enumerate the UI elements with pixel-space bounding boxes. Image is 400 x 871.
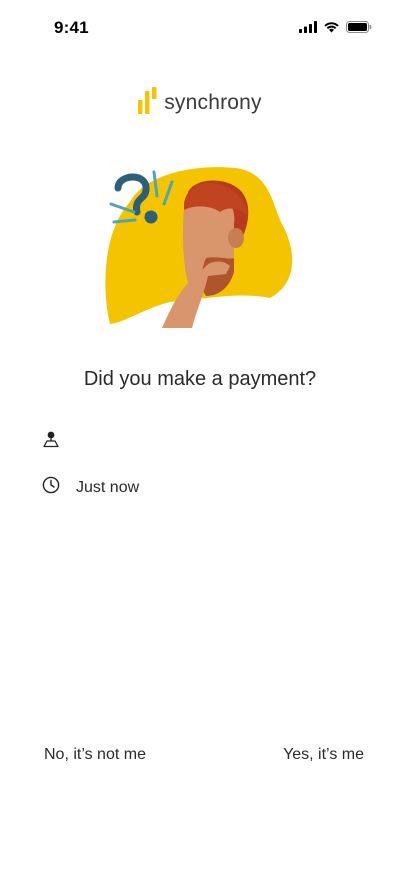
brand-name: synchrony [164, 90, 262, 114]
wifi-icon [323, 20, 340, 38]
battery-icon [346, 20, 372, 38]
status-bar: 9:41 [0, 0, 400, 60]
synchrony-logo-icon [138, 86, 158, 119]
cellular-signal-icon [299, 20, 317, 38]
yes-its-me-button[interactable]: Yes, it’s me [283, 746, 364, 764]
time-row: Just now [42, 476, 139, 499]
clock-icon [42, 476, 60, 499]
not-me-button[interactable]: No, it’s not me [44, 746, 146, 764]
status-icons [299, 20, 372, 38]
payment-question-heading: Did you make a payment? [83, 368, 317, 390]
person-pin-icon [42, 430, 60, 453]
time-label: Just now [76, 478, 140, 496]
location-row [42, 430, 76, 453]
brand-logo: synchrony [0, 86, 400, 119]
thinking-person-illustration [100, 162, 300, 334]
status-time: 9:41 [54, 18, 89, 37]
